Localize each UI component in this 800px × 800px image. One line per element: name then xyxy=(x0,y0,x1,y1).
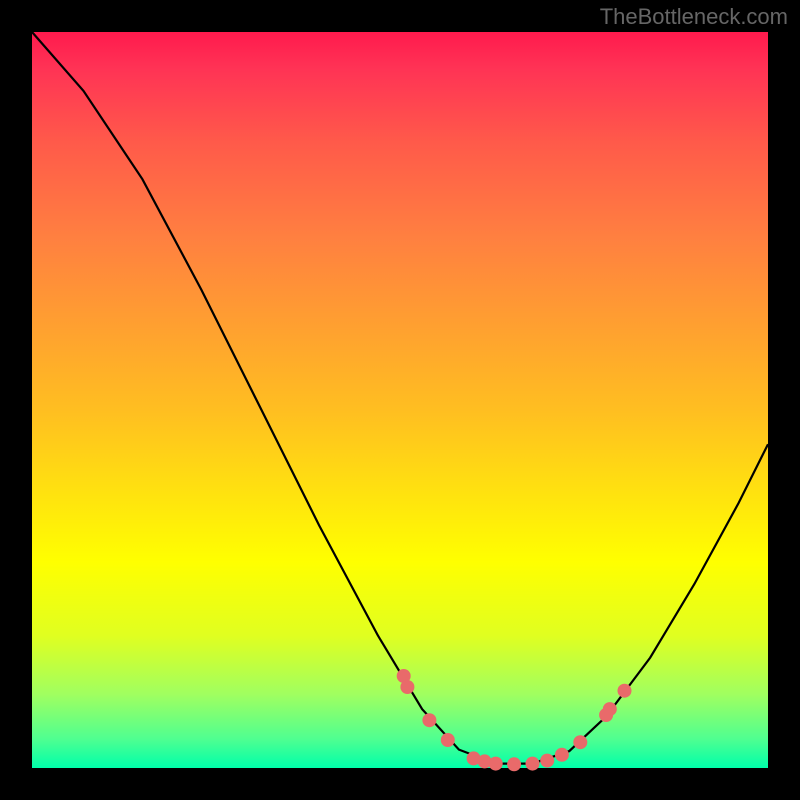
curve-markers xyxy=(397,669,632,771)
curve-marker xyxy=(441,733,455,747)
curve-marker xyxy=(507,757,521,771)
curve-marker xyxy=(540,754,554,768)
curve-marker xyxy=(618,684,632,698)
curve-marker xyxy=(555,748,569,762)
chart-svg xyxy=(32,32,768,768)
curve-marker xyxy=(526,757,540,771)
curve-marker xyxy=(489,757,503,771)
curve-marker xyxy=(603,702,617,716)
chart-plot-area xyxy=(32,32,768,768)
watermark-text: TheBottleneck.com xyxy=(600,4,788,30)
bottleneck-curve xyxy=(32,32,768,764)
curve-marker xyxy=(573,735,587,749)
curve-marker xyxy=(400,680,414,694)
curve-marker xyxy=(422,713,436,727)
